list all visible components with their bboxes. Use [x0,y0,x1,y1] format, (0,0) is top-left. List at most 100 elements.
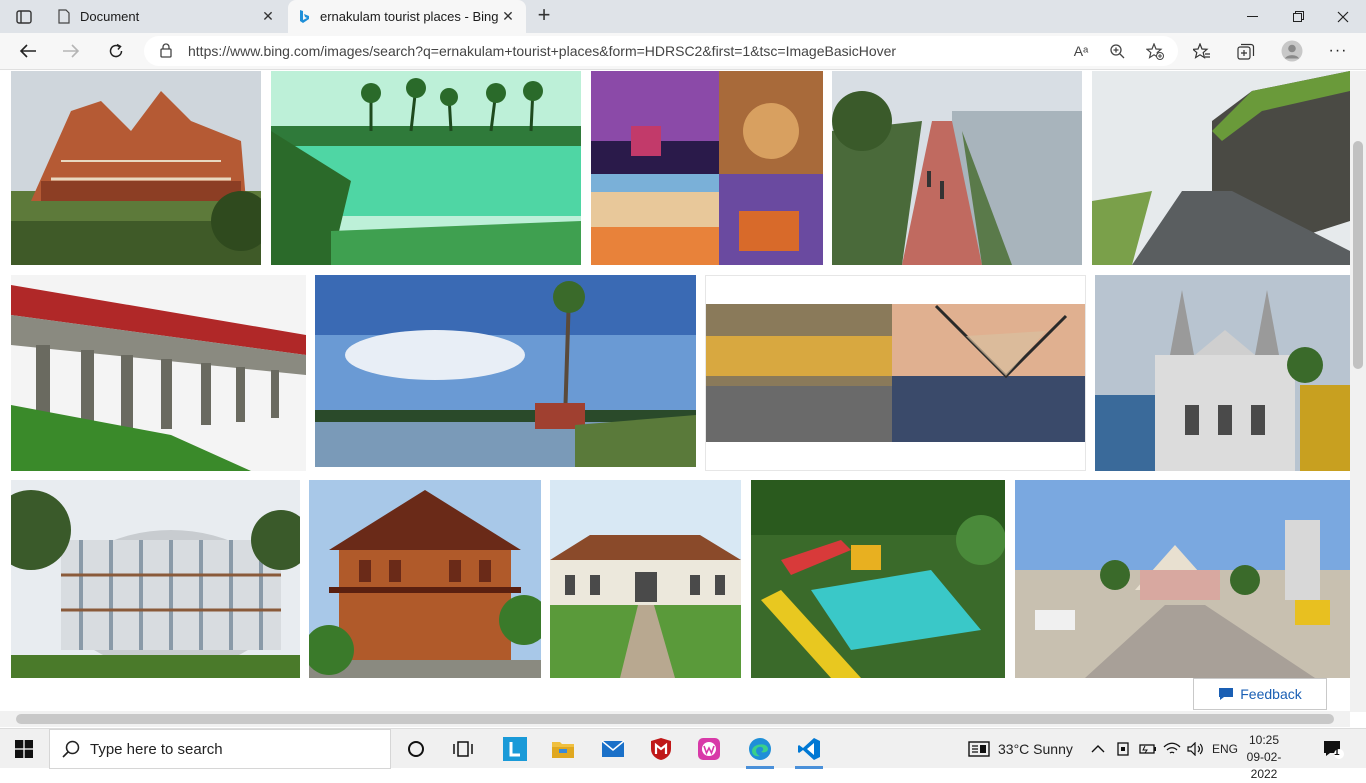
feedback-button[interactable]: Feedback [1193,678,1327,710]
cortana-button[interactable] [392,729,440,769]
vertical-scrollbar[interactable] [1350,71,1366,712]
basilica-image [1095,275,1350,471]
tab-actions-button[interactable] [10,6,38,28]
image-result-marine-drive[interactable] [832,71,1082,265]
mcafee-shield-icon [651,738,671,760]
collage-image [591,71,823,265]
mcafee-button[interactable] [637,729,685,769]
task-view-icon [453,741,473,757]
star-add-icon [1146,42,1164,60]
round-building-image [11,480,300,678]
favorites-button[interactable] [1188,38,1216,64]
vscode-button[interactable] [785,729,833,769]
notification-center-button[interactable]: 1 [1322,729,1344,769]
lens-app-button[interactable] [491,729,539,769]
wooden-palace-image [309,480,541,678]
image-result-collage[interactable] [591,71,823,265]
task-view-button[interactable] [439,729,487,769]
image-result-palace[interactable] [11,71,261,265]
zoom-icon [1110,44,1125,59]
image-result-water-park[interactable] [751,480,1005,678]
news-weather-icon [968,741,990,757]
vscode-icon [798,738,820,760]
favorites-icon [1193,42,1210,59]
marine-drive-image [832,71,1082,265]
forward-button[interactable] [56,37,86,65]
image-result-hill-road[interactable] [1092,71,1350,265]
restore-button[interactable] [1275,0,1321,33]
vertical-scroll-thumb[interactable] [1353,141,1363,369]
address-bar[interactable]: https://www.bing.com/images/search?q=ern… [144,36,1178,66]
tab-title: ernakulam tourist places - Bing images [320,9,500,24]
image-result-wooden-palace[interactable] [309,480,541,678]
battery-button[interactable] [1139,729,1157,769]
image-result-lake[interactable] [315,275,696,467]
file-explorer-button[interactable] [539,729,587,769]
tab-document[interactable]: Document ✕ [48,0,286,33]
zoom-button[interactable] [1106,41,1128,61]
minimize-button[interactable] [1229,0,1275,33]
chevron-up-icon [1091,745,1105,753]
chinese-nets-image [706,276,1085,470]
read-aloud-button[interactable]: Aᵃ [1070,41,1092,61]
feedback-icon [1219,688,1234,700]
clock[interactable]: 10:25 09-02-2022 [1236,732,1292,783]
water-park-image [751,480,1005,678]
clock-date: 09-02-2022 [1246,750,1282,781]
bridge-image [11,275,306,471]
bing-icon [300,9,309,23]
add-favorite-button[interactable] [1144,41,1166,61]
lake-image [315,275,696,467]
profile-button[interactable] [1278,38,1306,64]
w-app-button[interactable] [685,729,733,769]
notification-count-badge: 1 [1334,747,1340,758]
windows-icon [15,740,33,758]
collections-icon [1237,43,1255,60]
image-result-chinese-nets[interactable] [705,275,1086,471]
more-icon: ··· [1328,42,1348,59]
edge-icon [749,738,771,760]
mail-button[interactable] [589,729,637,769]
start-button[interactable] [0,729,48,769]
search-placeholder: Type here to search [90,740,223,758]
avatar-icon [1281,40,1303,62]
close-window-button[interactable] [1320,0,1366,33]
image-result-museum[interactable] [550,480,741,678]
minimize-icon [1246,15,1258,17]
tray-device-icon-button[interactable] [1115,729,1131,769]
input-language-button[interactable]: ENG [1212,729,1238,769]
image-result-basilica[interactable] [1095,275,1350,471]
restore-icon [1292,11,1304,22]
settings-more-button[interactable]: ··· [1324,38,1352,64]
close-icon [1337,11,1349,22]
collections-button[interactable] [1232,38,1260,64]
battery-plug-icon [1139,744,1156,754]
image-result-church-road[interactable] [1015,480,1350,678]
image-result-backwaters[interactable] [271,71,581,265]
close-tab-icon[interactable]: ✕ [500,8,516,25]
tab-bing-images[interactable]: ernakulam tourist places - Bing images ✕ [288,0,526,33]
close-tab-icon[interactable]: ✕ [260,8,276,25]
taskbar: Type here to search 33°C Sunny ENG 10:25… [0,728,1366,781]
refresh-button[interactable] [101,37,131,65]
new-tab-button[interactable]: + [532,4,556,27]
read-aloud-icon: Aᵃ [1073,43,1089,59]
image-result-round-building[interactable] [11,480,300,678]
forward-arrow-icon [63,44,80,58]
horizontal-scroll-thumb[interactable] [16,714,1334,724]
lock-icon[interactable] [160,43,172,58]
taskbar-search-box[interactable]: Type here to search [49,729,391,769]
tab-title: Document [80,9,140,24]
clock-time: 10:25 [1248,733,1280,747]
back-button[interactable] [13,37,43,65]
url-text[interactable]: https://www.bing.com/images/search?q=ern… [188,43,896,59]
wifi-button[interactable] [1163,729,1181,769]
volume-button[interactable] [1187,729,1205,769]
show-hidden-icons-button[interactable] [1091,729,1105,769]
backwaters-image [271,71,581,265]
weather-widget[interactable]: 33°C Sunny [968,729,1073,769]
museum-image [550,480,741,678]
edge-button[interactable] [736,729,784,769]
horizontal-scrollbar[interactable] [0,711,1350,727]
image-result-bridge[interactable] [11,275,306,471]
